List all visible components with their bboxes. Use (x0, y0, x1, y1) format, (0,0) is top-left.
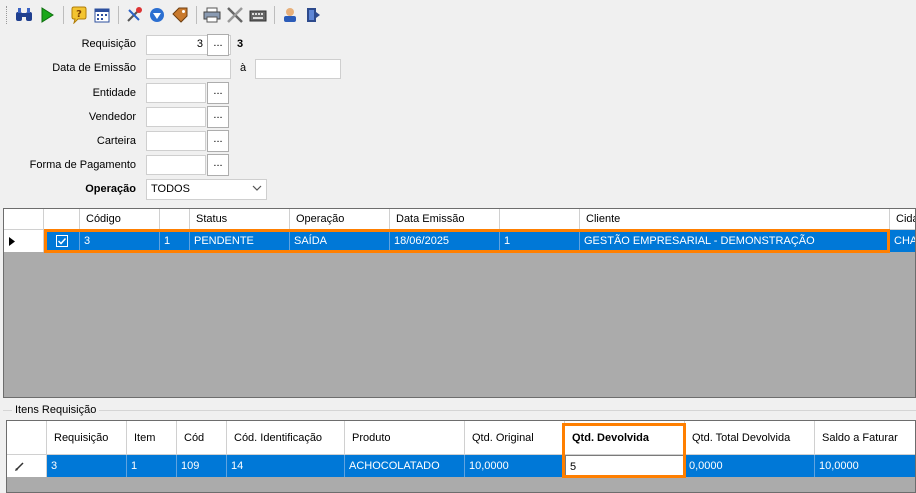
header-col3[interactable] (160, 209, 190, 230)
forma-pagamento-lookup-button[interactable]: ... (207, 154, 229, 176)
itens-grid: Requisição Item Cód Cód. Identificação P… (6, 420, 916, 493)
selected-row-highlight (44, 229, 890, 253)
binoculars-icon[interactable] (13, 4, 35, 26)
row-selector[interactable] (7, 455, 47, 477)
header-requisicao[interactable]: Requisição (47, 421, 127, 455)
keyboard-icon[interactable] (247, 4, 269, 26)
vendedor-lookup-button[interactable]: ... (207, 106, 229, 128)
chevron-down-icon (252, 183, 262, 196)
toolbar: ? (0, 0, 916, 30)
forma-pagamento-label: Forma de Pagamento (29, 159, 136, 171)
tools-icon[interactable] (123, 4, 145, 26)
toolbar-separator (274, 6, 275, 24)
operacao-selected-value: TODOS (151, 183, 190, 195)
vendedor-label: Vendedor (88, 111, 136, 123)
carteira-lookup-button[interactable]: ... (207, 130, 229, 152)
exit-icon[interactable] (302, 4, 324, 26)
grid-header: Código Status Operação Data Emissão Clie… (4, 209, 915, 230)
play-icon[interactable] (36, 4, 58, 26)
itens-group-title: Itens Requisição (12, 404, 100, 416)
row-selector[interactable] (4, 230, 44, 252)
header-saldo-faturar[interactable]: Saldo a Faturar (815, 421, 915, 455)
header-qtd-total-devolvida[interactable]: Qtd. Total Devolvida (685, 421, 815, 455)
help-icon[interactable]: ? (68, 4, 90, 26)
calendar-icon[interactable] (91, 4, 113, 26)
vendedor-field[interactable] (146, 107, 206, 127)
cell-saldo-faturar: 10,0000 (815, 455, 915, 477)
header-cod[interactable]: Cód (177, 421, 227, 455)
itens-grid-header: Requisição Item Cód Cód. Identificação P… (7, 421, 915, 455)
qtd-devolvida-highlight (562, 423, 686, 478)
download-icon[interactable] (146, 4, 168, 26)
carteira-label: Carteira (96, 135, 136, 147)
forma-pagamento-field[interactable] (146, 155, 206, 175)
header-cidade[interactable]: Cida (890, 209, 915, 230)
cell-item: 1 (127, 455, 177, 477)
header-data-emissao[interactable]: Data Emissão (390, 209, 500, 230)
tag-icon[interactable] (169, 4, 191, 26)
header-rowselector (4, 209, 44, 230)
cell-cod-identificacao: 14 (227, 455, 345, 477)
header-cliente[interactable]: Cliente (580, 209, 890, 230)
entidade-label: Entidade (92, 87, 136, 99)
cell-cod: 109 (177, 455, 227, 477)
requisicao-lookup-button[interactable]: ... (207, 34, 229, 56)
header-qtd-original[interactable]: Qtd. Original (465, 421, 565, 455)
settings-icon[interactable] (224, 4, 246, 26)
entidade-lookup-button[interactable]: ... (207, 82, 229, 104)
table-row[interactable]: 3 1 109 14 ACHOCOLATADO 10,0000 5 0,0000… (7, 455, 915, 477)
carteira-field[interactable] (146, 131, 206, 151)
current-row-arrow-icon (9, 237, 15, 246)
requisicao-display: 3 (237, 38, 244, 50)
data-range-separator: à (240, 62, 247, 74)
header-produto[interactable]: Produto (345, 421, 465, 455)
cell-produto: ACHOCOLATADO (345, 455, 465, 477)
toolbar-grip (6, 6, 9, 24)
header-codigo[interactable]: Código (80, 209, 160, 230)
header-operacao[interactable]: Operação (290, 209, 390, 230)
svg-text:?: ? (76, 9, 82, 20)
toolbar-separator (63, 6, 64, 24)
data-emissao-label: Data de Emissão (52, 62, 136, 74)
toolbar-separator (196, 6, 197, 24)
data-emissao-start-field[interactable] (146, 59, 231, 79)
data-emissao-end-field[interactable] (255, 59, 341, 79)
header-item[interactable]: Item (127, 421, 177, 455)
operacao-label: Operação (85, 183, 136, 195)
cell-requisicao: 3 (47, 455, 127, 477)
printer-icon[interactable] (201, 4, 223, 26)
operacao-select[interactable]: TODOS (146, 179, 267, 200)
cell-qtd-total-devolvida: 0,0000 (685, 455, 815, 477)
header-rowselector (7, 421, 47, 455)
entidade-field[interactable] (146, 83, 206, 103)
group-divider (3, 410, 916, 411)
pencil-icon (15, 462, 24, 471)
user-icon[interactable] (279, 4, 301, 26)
requisicao-label: Requisição (81, 38, 136, 50)
cell-cidade: CHAP (890, 230, 915, 252)
header-check[interactable] (44, 209, 80, 230)
header-col7[interactable] (500, 209, 580, 230)
cell-qtd-original: 10,0000 (465, 455, 565, 477)
header-status[interactable]: Status (190, 209, 290, 230)
header-cod-identificacao[interactable]: Cód. Identificação (227, 421, 345, 455)
toolbar-separator (118, 6, 119, 24)
